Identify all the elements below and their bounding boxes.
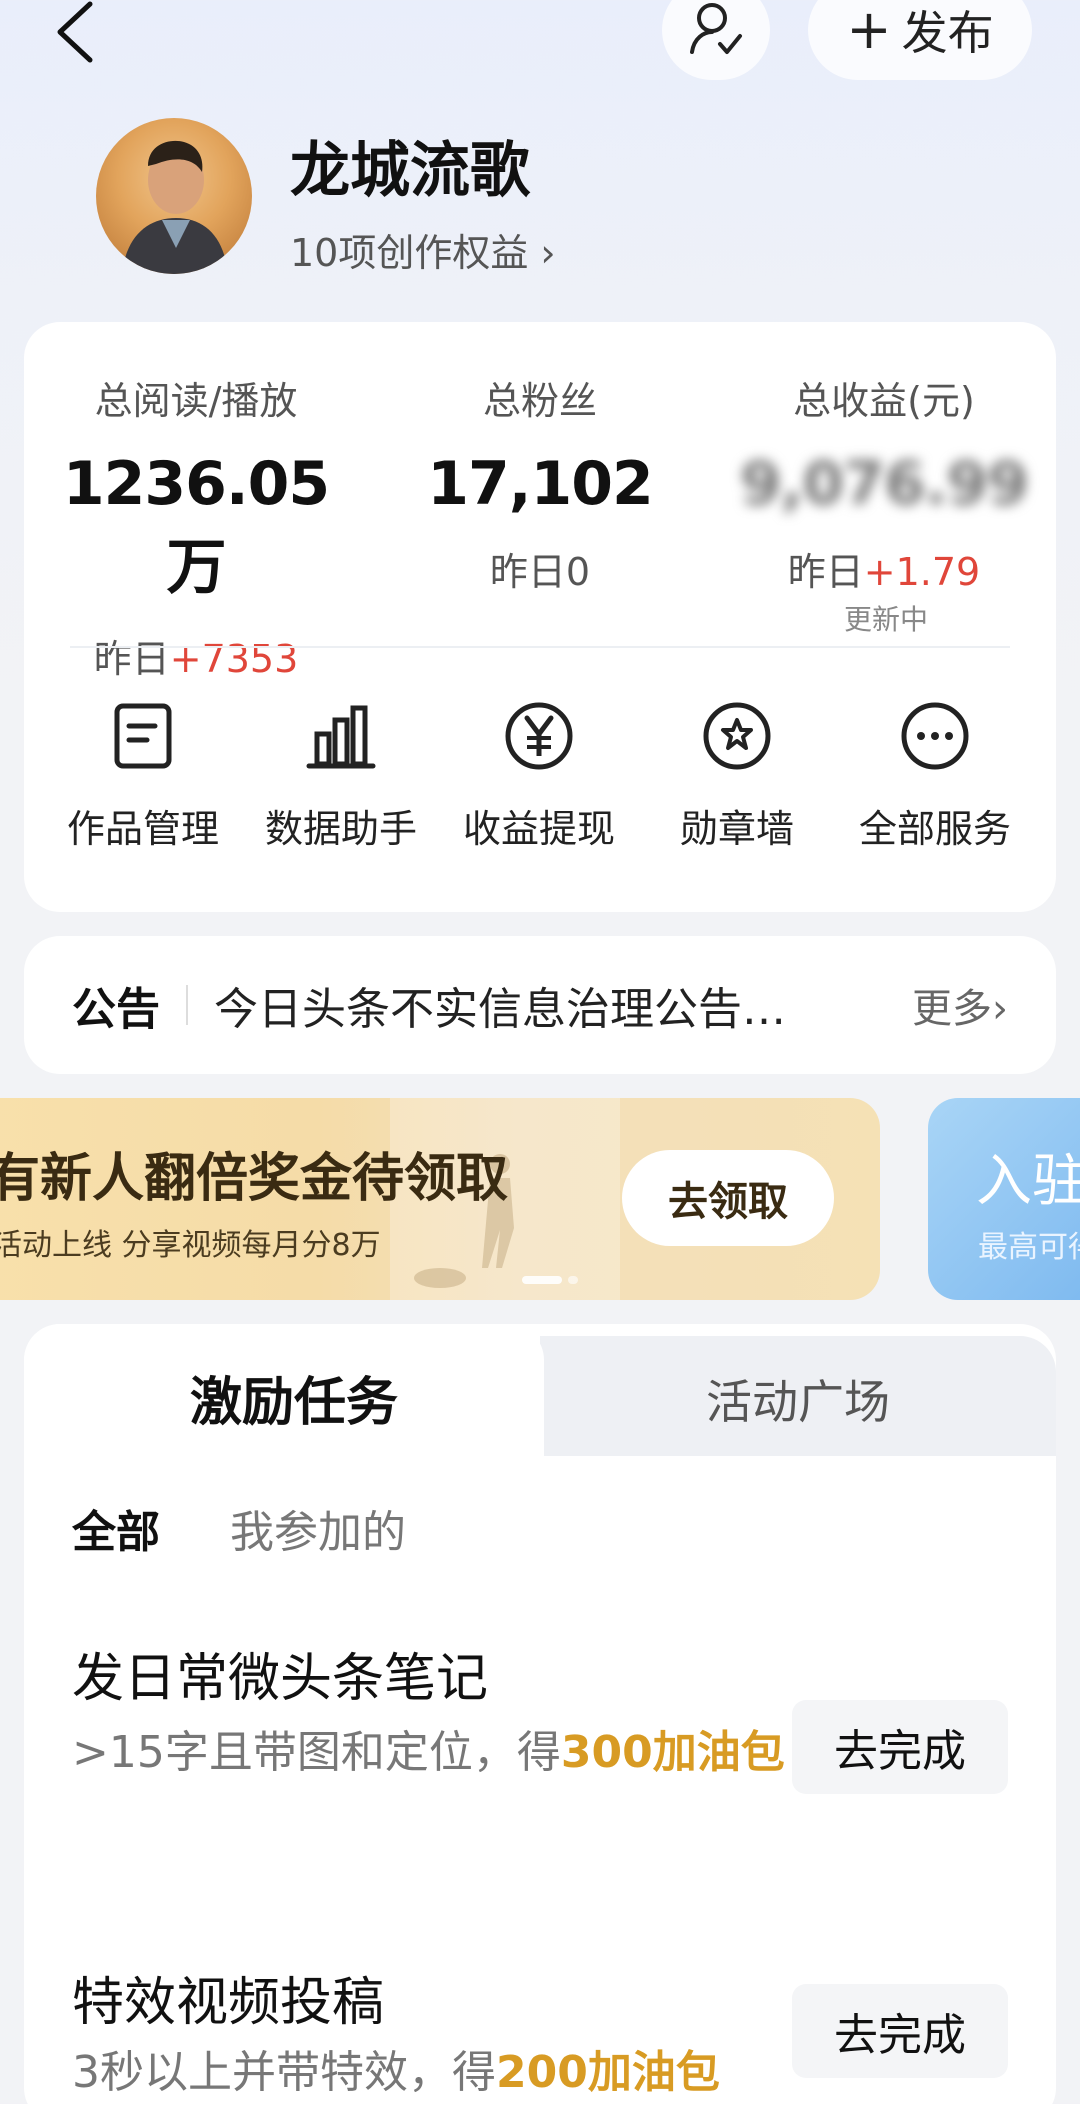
announcement-tag: 公告: [72, 984, 160, 1035]
stat-value: 17,102: [427, 449, 654, 519]
banner-title: 有新人翻倍奖金待领取: [0, 1149, 509, 1209]
task-desc: >15字且带图和定位，得300加油包: [72, 1727, 785, 1778]
stat-total-fans[interactable]: 总粉丝 17,102 昨日0: [380, 370, 700, 596]
task-complete-button[interactable]: 去完成: [792, 1700, 1008, 1794]
tab-incentive-tasks[interactable]: 激励任务: [24, 1360, 564, 1435]
service-data-assistant[interactable]: 数据助手: [246, 700, 436, 853]
carousel-indicator: [568, 1276, 578, 1284]
service-label: 作品管理: [66, 807, 219, 851]
stat-delta: 昨日+7353: [93, 637, 299, 681]
filter-all[interactable]: 全部: [72, 1496, 160, 1560]
announcement-bar[interactable]: 公告 今日头条不实信息治理公告… 更多›: [24, 936, 1056, 1074]
tab-activity-square[interactable]: 活动广场: [540, 1366, 1056, 1432]
chevron-left-icon: [57, 1, 93, 63]
publish-label: 发布: [901, 6, 994, 60]
username: 龙城流歌: [290, 136, 530, 206]
stat-total-earnings[interactable]: 总收益(元) 9,076.99 昨日+1.79: [724, 370, 1044, 596]
banner-subtitle: 活动上线 分享视频每月分8万: [0, 1228, 381, 1263]
service-label: 收益提现: [462, 807, 615, 851]
badge-icon: [703, 702, 771, 770]
plus-icon: +: [846, 0, 892, 61]
service-label: 数据助手: [264, 807, 417, 851]
document-icon: [114, 703, 172, 769]
task-title: 特效视频投稿: [72, 1973, 385, 2033]
task-desc: 3秒以上并带特效，得200加油包: [72, 2047, 720, 2098]
service-label: 勋章墙: [679, 807, 794, 851]
service-withdraw[interactable]: 收益提现: [444, 700, 634, 853]
bar-chart-icon: [306, 705, 376, 769]
task-reward: 200加油包: [496, 2047, 720, 2098]
task-reward: 300加油包: [560, 1727, 785, 1778]
claim-button[interactable]: 去领取: [622, 1150, 834, 1246]
divider: [70, 646, 1010, 648]
updating-note: 更新中: [844, 603, 929, 636]
yen-icon: [505, 702, 573, 770]
user-manage-button[interactable]: [662, 0, 770, 80]
task-title: 发日常微头条笔记: [72, 1649, 489, 1709]
publish-button[interactable]: + 发布: [808, 0, 1032, 80]
announcement-more-link[interactable]: 更多›: [912, 976, 1008, 1034]
avatar[interactable]: [96, 118, 252, 274]
service-label: 全部服务: [858, 807, 1011, 851]
announcement-text[interactable]: 今日头条不实信息治理公告…: [214, 973, 892, 1037]
stat-label: 总粉丝: [482, 379, 597, 423]
stat-label: 总收益(元): [793, 379, 975, 423]
service-all[interactable]: 全部服务: [840, 700, 1030, 853]
stat-total-reads[interactable]: 总阅读/播放 1236.05万 昨日+7353: [36, 370, 356, 683]
banner-subtitle: 最高可得: [978, 1230, 1080, 1265]
creator-benefits-link[interactable]: 10项创作权益 ›: [290, 222, 556, 277]
service-badge-wall[interactable]: 勋章墙: [642, 700, 832, 853]
avatar-portrait: [122, 140, 228, 274]
stat-value-blurred: 9,076.99: [739, 449, 1029, 519]
filter-joined[interactable]: 我参加的: [230, 1496, 406, 1560]
banner-title: 入驻: [976, 1149, 1080, 1214]
stat-label: 总阅读/播放: [94, 379, 298, 423]
carousel-indicator-active: [522, 1276, 562, 1284]
more-icon: [901, 702, 969, 770]
service-works-manage[interactable]: 作品管理: [48, 700, 238, 853]
back-button[interactable]: [40, 0, 110, 70]
stat-delta: 昨日0: [489, 550, 591, 594]
task-complete-button[interactable]: 去完成: [792, 1984, 1008, 2078]
divider: [186, 985, 188, 1025]
stat-delta: 昨日+1.79: [787, 550, 981, 594]
stat-value: 1236.05万: [62, 449, 330, 603]
user-check-icon: [690, 3, 742, 54]
